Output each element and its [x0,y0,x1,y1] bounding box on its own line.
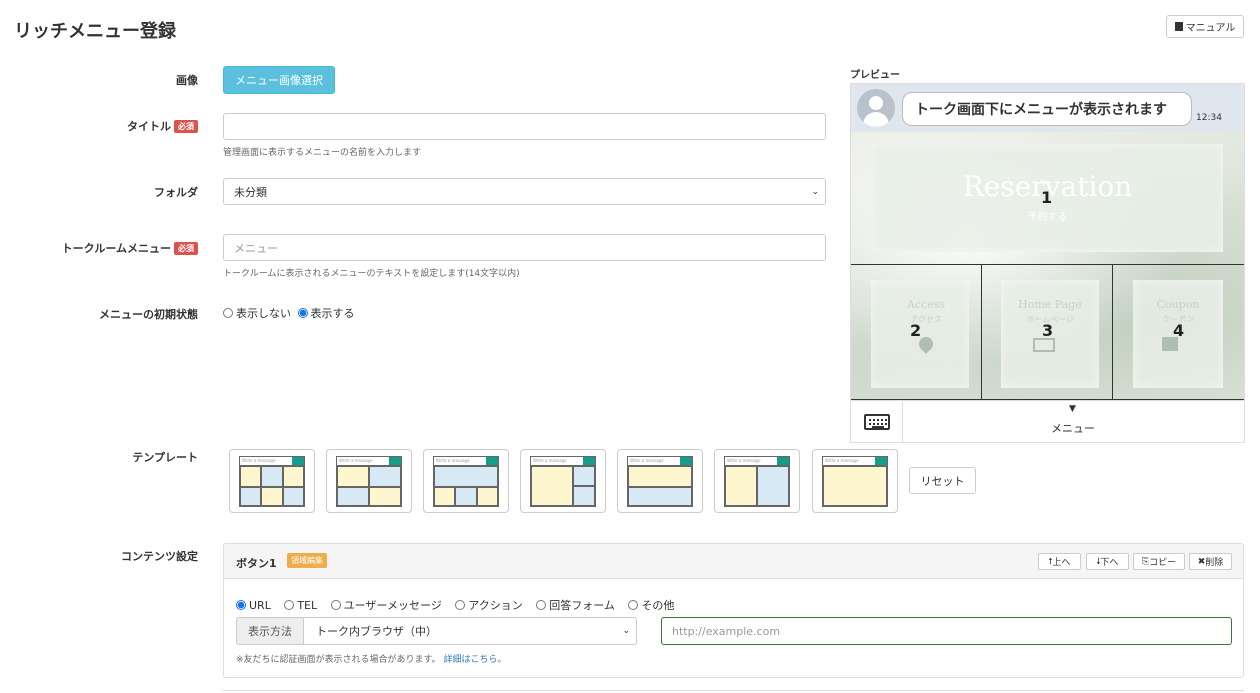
details-link[interactable]: 詳細はこちら。 [444,655,507,665]
radio-tel-label: TEL [297,599,318,612]
template-7[interactable]: Write a message [812,449,898,513]
title-input[interactable] [223,113,826,140]
template-label: テンプレート [132,451,198,464]
preview-label: プレビュー [850,70,900,81]
title-label-text: タイトル [127,120,171,133]
page-title: リッチメニュー登録 [14,21,176,42]
template-4[interactable]: Write a message [520,449,606,513]
manual-button[interactable]: マニュアル [1166,15,1244,38]
talkroom-menu-input[interactable]: メニュー [223,234,826,261]
radio-url[interactable] [236,600,246,610]
move-down-label: 下へ [1100,558,1119,568]
delete-button[interactable]: ✖ 削除 [1189,553,1232,570]
radio-answer-form[interactable] [536,600,547,610]
auth-note: ※友だちに認証画面が表示される場合があります。 詳細はこちら。 [236,652,507,665]
copy-button[interactable]: ⎘ コピー [1133,553,1185,570]
radio-tel[interactable] [284,600,295,610]
chevron-down-icon: ⌄ [622,626,630,636]
book-icon [1174,22,1183,31]
close-icon: ✖ [1197,556,1206,567]
auth-note-text: ※友だちに認証画面が表示される場合があります。 [236,655,441,665]
area-3-number: 3 [1042,321,1054,340]
radio-hide[interactable] [223,308,233,318]
radio-answer-form-label: 回答フォーム [549,599,615,612]
chat-time: 12:34 [1196,113,1222,123]
initial-state-label: メニューの初期状態 [99,308,198,321]
panel-header: ボタン1 領域編集 🠕 上へ 🠗 下へ ⎘ コピー ✖ 削除 [224,544,1243,579]
folder-select-value: 未分類 [234,185,267,199]
reset-button[interactable]: リセット [909,467,976,494]
required-badge: 必須 [174,242,198,255]
radio-action-label: アクション [468,599,523,612]
talkroom-menu-label: トークルームメニュー 必須 [20,240,198,256]
copy-label: コピー [1149,558,1177,568]
action-type-radios: URL TEL ユーザーメッセージ アクション 回答フォーム その他 [236,597,684,613]
copy-icon: ⎘ [1141,556,1150,567]
chat-header: トーク画面下にメニューが表示されます 12:34 [851,84,1244,132]
required-badge: 必須 [174,120,198,133]
folder-label: フォルダ [154,186,198,199]
move-up-button[interactable]: 🠕 上へ [1038,553,1081,570]
image-label: 画像 [176,74,198,87]
keyboard-icon [863,414,890,430]
url-input[interactable]: http://example.com [661,617,1232,645]
footer-menu-label[interactable]: メニュー [1051,420,1095,436]
avatar [857,89,895,127]
radio-user-message[interactable] [330,600,341,610]
template-5[interactable]: Write a message [617,449,703,513]
template-6[interactable]: Write a message [714,449,800,513]
display-method-label: 表示方法 [236,617,304,645]
title-help: 管理画面に表示するメニューの名前を入力します [223,148,422,158]
panel-title: ボタン1 [236,557,277,570]
chevron-down-icon: ⌄ [811,186,819,197]
area-4-number: 4 [1173,321,1185,340]
radio-url-label: URL [249,599,271,612]
chat-footer: ▼ メニュー [851,400,1244,442]
template-1[interactable]: Write a message [229,449,315,513]
chat-bubble: トーク画面下にメニューが表示されます [902,92,1192,126]
manual-button-label: マニュアル [1185,23,1236,34]
content-settings-label: コンテンツ設定 [121,550,198,563]
title-label: タイトル 必須 [60,118,198,134]
caret-down-icon: ▼ [1069,404,1076,414]
area-1-number: 1 [1041,188,1053,207]
initial-state-radios: 表示しない 表示する [223,305,355,321]
radio-other-label: その他 [641,599,675,612]
preview-panel: トーク画面下にメニューが表示されます 12:34 Reservation 予約す… [850,83,1245,443]
radio-user-message-label: ユーザーメッセージ [343,599,442,612]
radio-show-label: 表示する [310,307,355,320]
keyboard-button[interactable] [851,401,903,442]
edit-area-badge[interactable]: 領域編集 [287,553,327,568]
template-3[interactable]: Write a message [423,449,509,513]
talkroom-menu-label-text: トークルームメニュー [61,242,171,255]
display-method-select[interactable]: トーク内ブラウザ（中） ⌄ [303,617,637,645]
divider [223,690,1244,691]
content-panel: ボタン1 領域編集 🠕 上へ 🠗 下へ ⎘ コピー ✖ 削除 URL TEL ユーザーメ… [223,543,1244,678]
radio-show[interactable] [297,308,308,318]
rich-menu-image: Reservation 予約する Access アクセス Home Page ホ… [851,132,1244,400]
talkroom-menu-help: トークルームに表示されるメニューのテキストを設定します(14文字以内) [223,269,520,279]
move-down-button[interactable]: 🠗 下へ [1086,553,1129,570]
area-2-number: 2 [910,321,922,340]
template-2[interactable]: Write a message [326,449,412,513]
radio-other[interactable] [628,600,639,610]
delete-label: 削除 [1205,558,1224,568]
select-menu-image-button[interactable]: メニュー画像選択 [223,66,335,94]
folder-select[interactable]: 未分類 ⌄ [223,178,826,205]
display-method-value: トーク内ブラウザ（中） [316,625,437,638]
radio-hide-label: 表示しない [236,307,291,320]
radio-action[interactable] [455,600,466,610]
move-up-label: 上へ [1052,558,1071,568]
